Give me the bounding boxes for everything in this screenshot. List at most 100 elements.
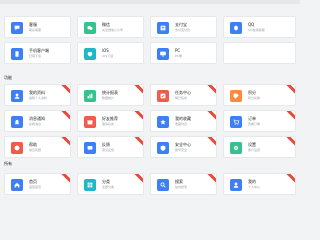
chat-icon	[11, 22, 23, 34]
card-search[interactable]: 搜索 站内搜索	[150, 173, 217, 195]
card-desc: 数据统计	[102, 96, 115, 100]
card-desc: 账号安全	[175, 148, 188, 152]
chart-icon	[84, 90, 96, 102]
card-wechat[interactable]: 微信 关注微信公众号	[77, 16, 144, 38]
corner-ribbon	[205, 85, 216, 96]
card-title: QQ	[248, 22, 255, 27]
card-invite[interactable]: 好友推荐 邀请好友	[77, 110, 144, 132]
corner-ribbon	[205, 137, 216, 148]
card-desc: 系统消息	[29, 122, 42, 126]
feedback-icon	[84, 142, 96, 154]
card-tasks[interactable]: 任务中心 每日任务	[150, 84, 217, 106]
card-title: 订单	[248, 116, 256, 121]
card-desc: 返回首页	[29, 185, 42, 189]
card-notifications[interactable]: 消息通知 系统消息	[4, 110, 71, 132]
card-profile[interactable]: 我的资料 编辑个人资料	[4, 84, 71, 106]
card-title: 搜索	[175, 179, 183, 184]
top-bar	[0, 0, 300, 4]
card-desc: 扫码下载	[29, 54, 42, 58]
card-desc: 编辑个人资料	[29, 96, 48, 100]
card-help[interactable]: 帮助 常见问题	[4, 136, 71, 158]
card-desc: 邀请好友	[102, 122, 115, 126]
card-title: 安全中心	[175, 142, 191, 147]
home-icon	[11, 179, 23, 191]
corner-ribbon	[132, 137, 143, 148]
card-title: iOS	[102, 48, 109, 53]
corner-ribbon	[132, 111, 143, 122]
card-pc[interactable]: PC PC端	[150, 42, 217, 64]
card-desc: 收藏列表	[175, 122, 188, 126]
gift-icon	[84, 116, 96, 128]
star-icon	[157, 116, 169, 128]
corner-ribbon	[59, 174, 70, 185]
corner-ribbon	[205, 174, 216, 185]
help-icon	[11, 142, 23, 154]
card-desc: 站内搜索	[175, 185, 188, 189]
card-feedback[interactable]: 反馈 意见反馈	[77, 136, 144, 158]
section-title-all: 所有	[4, 161, 12, 166]
card-title: 我的	[248, 179, 256, 184]
card-points[interactable]: 积分 积分兑换	[223, 84, 296, 106]
card-title: 首页	[29, 179, 37, 184]
card-title: 好友推荐	[102, 116, 118, 121]
corner-ribbon	[132, 174, 143, 185]
task-icon	[157, 90, 169, 102]
corner-ribbon	[132, 85, 143, 96]
card-desc: 全部分类	[102, 185, 115, 189]
card-title: 帮助	[29, 142, 37, 147]
card-security[interactable]: 安全中心 账号安全	[150, 136, 217, 158]
grid-icon	[84, 179, 96, 191]
card-desc: 每日任务	[175, 96, 188, 100]
card-desc: 意见反馈	[102, 148, 115, 152]
search-icon	[157, 179, 169, 191]
corner-ribbon	[284, 137, 295, 148]
card-stats[interactable]: 统计报表 数据统计	[77, 84, 144, 106]
alipay-icon	[157, 22, 169, 34]
card-desc: PC端	[175, 54, 182, 58]
card-title: 积分	[248, 90, 256, 95]
card-title: 微信	[102, 22, 110, 27]
card-qq[interactable]: QQ QQ在线客服	[223, 16, 296, 38]
card-empty	[223, 42, 296, 64]
monitor-icon	[157, 48, 169, 60]
apple-icon	[84, 48, 96, 60]
tag-icon	[230, 90, 242, 102]
card-desc: 常见问题	[29, 148, 42, 152]
card-desc: 关注微信公众号	[102, 28, 124, 32]
card-alipay[interactable]: 支付宝 支付宝付款	[150, 16, 217, 38]
card-title: 手机客户端	[29, 48, 49, 53]
corner-ribbon	[59, 111, 70, 122]
corner-ribbon	[59, 85, 70, 96]
qq-icon	[230, 22, 242, 34]
card-ios[interactable]: iOS iOS下载	[77, 42, 144, 64]
card-home[interactable]: 首页 返回首页	[4, 173, 71, 195]
card-mine[interactable]: 我的 个人中心	[223, 173, 296, 195]
card-desc: 账户设置	[248, 148, 261, 152]
card-categories[interactable]: 分类 全部分类	[77, 173, 144, 195]
user-icon	[11, 90, 23, 102]
card-desc: 个人中心	[248, 185, 261, 189]
card-orders[interactable]: 订单 查看订单	[223, 110, 296, 132]
cart-icon	[230, 116, 242, 128]
bell-icon	[11, 116, 23, 128]
card-title: 设置	[248, 142, 256, 147]
card-desc: 积分兑换	[248, 96, 261, 100]
gear-icon	[230, 142, 242, 154]
phone-icon	[11, 48, 23, 60]
card-title: 统计报表	[102, 90, 118, 95]
card-desc: iOS下载	[102, 54, 114, 58]
card-favorites[interactable]: 我的收藏 收藏列表	[150, 110, 217, 132]
corner-ribbon	[59, 137, 70, 148]
card-customer-service[interactable]: 客服 联系客服	[4, 16, 71, 38]
card-title: 反馈	[102, 142, 110, 147]
section-title-features: 功能	[4, 75, 12, 80]
card-mobile-client[interactable]: 手机客户端 扫码下载	[4, 42, 71, 64]
card-desc: 支付宝付款	[175, 28, 191, 32]
card-settings[interactable]: 设置 账户设置	[223, 136, 296, 158]
shield-icon	[157, 142, 169, 154]
corner-ribbon	[284, 174, 295, 185]
card-title: 支付宝	[175, 22, 187, 27]
card-title: 我的资料	[29, 90, 45, 95]
corner-ribbon	[205, 111, 216, 122]
card-title: 分类	[102, 179, 110, 184]
